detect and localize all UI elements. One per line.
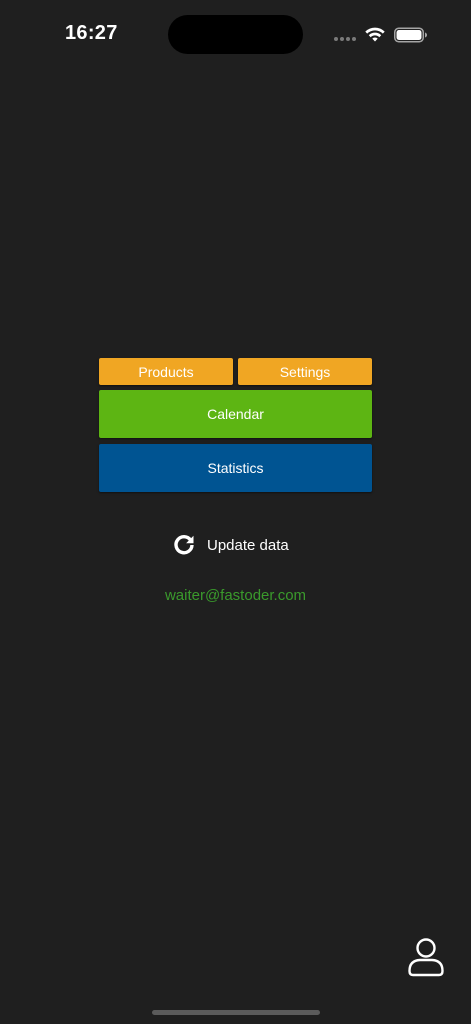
update-data-button[interactable]: Update data	[173, 532, 289, 558]
products-button[interactable]: Products	[99, 358, 233, 385]
status-time: 16:27	[65, 22, 118, 44]
statistics-button[interactable]: Statistics	[99, 444, 372, 492]
user-email: waiter@fastoder.com	[164, 587, 307, 604]
update-data-label: Update data	[207, 536, 289, 554]
battery-icon	[394, 27, 427, 43]
cellular-signal-icon	[334, 37, 358, 42]
home-indicator	[152, 1010, 320, 1015]
refresh-icon	[174, 535, 194, 555]
dynamic-island	[168, 15, 303, 54]
calendar-button[interactable]: Calendar	[99, 390, 372, 438]
settings-button[interactable]: Settings	[238, 358, 372, 385]
wifi-icon	[365, 27, 385, 42]
status-bar: 16:27	[0, 0, 471, 70]
user-profile-icon[interactable]	[407, 937, 445, 977]
